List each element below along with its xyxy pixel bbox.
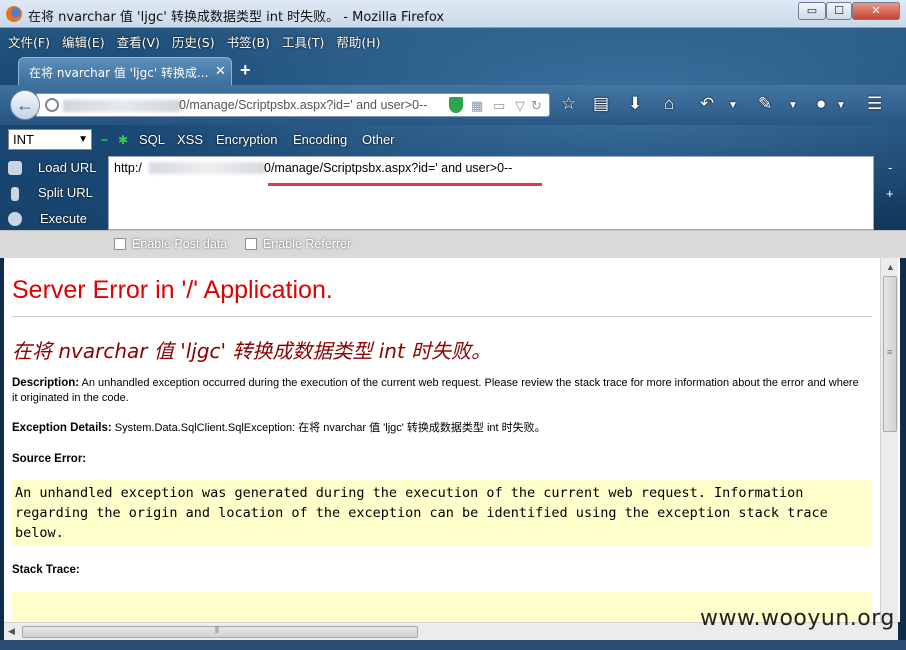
page-title: Server Error in '/' Application. — [12, 276, 333, 304]
redacted-host — [63, 100, 181, 112]
url-text: 0/manage/Scriptpsbx.aspx?id=' and user>0… — [179, 98, 428, 112]
hackbar-url-prefix: http:/ — [114, 161, 142, 175]
close-window-button[interactable]: ✕ — [852, 2, 900, 20]
chevron-down-icon[interactable]: ▽ — [515, 98, 525, 114]
maximize-button[interactable]: ☐ — [826, 2, 852, 20]
exception-text: System.Data.SqlClient.SqlException: 在将 n… — [114, 422, 546, 434]
hackbar-menu-sql[interactable]: SQL — [139, 132, 165, 147]
hackbar-menu-other[interactable]: Other — [362, 132, 395, 147]
chevron-down-icon: ▼ — [78, 134, 88, 145]
execute-button[interactable]: Execute — [40, 211, 87, 226]
menu-tools[interactable]: 工具(T) — [282, 32, 324, 52]
addon-icon[interactable]: ✎ — [758, 94, 772, 114]
menu-edit[interactable]: 编辑(E) — [62, 32, 105, 52]
hamburger-menu-icon[interactable]: ☰ — [867, 94, 882, 114]
menu-bookmarks[interactable]: 书签(B) — [227, 32, 270, 52]
stack-trace-label: Stack Trace: — [12, 564, 80, 576]
menu-help[interactable]: 帮助(H) — [336, 32, 380, 52]
bookmark-star-icon[interactable]: ☆ — [561, 94, 576, 114]
split-url-button[interactable]: Split URL — [38, 185, 93, 200]
split-url-icon — [11, 187, 19, 201]
vertical-scrollbar[interactable]: ▲ ≡ — [880, 258, 898, 624]
enable-post-checkbox[interactable] — [114, 238, 126, 250]
hackbar-type-value: INT — [13, 132, 34, 147]
title-bar: 在将 nvarchar 值 'ljgc' 转换成数据类型 int 时失败。 - … — [0, 0, 906, 28]
addon-dropdown-icon[interactable]: ▼ — [788, 100, 798, 111]
reload-icon[interactable]: ↻ — [531, 98, 542, 114]
description-text: An unhandled exception occurred during t… — [12, 377, 859, 404]
vertical-scroll-thumb[interactable]: ≡ — [883, 276, 897, 432]
description-label: Description: — [12, 377, 80, 389]
load-url-icon — [8, 161, 22, 175]
menu-history[interactable]: 历史(S) — [172, 32, 215, 52]
home-icon[interactable]: ⌂ — [664, 94, 674, 114]
hackbar-menu-encryption[interactable]: Encryption — [216, 132, 277, 147]
load-url-button[interactable]: Load URL — [38, 160, 97, 175]
profile-dropdown-icon[interactable]: ▼ — [836, 100, 846, 111]
scroll-up-icon[interactable]: ▲ — [886, 262, 895, 272]
stack-trace-heading: Stack Trace: — [12, 563, 862, 578]
undo-dropdown-icon[interactable]: ▼ — [728, 100, 738, 111]
menu-bar: 文件(F) 编辑(E) 查看(V) 历史(S) 书签(B) 工具(T) 帮助(H… — [8, 32, 393, 52]
browser-tab[interactable]: 在将 nvarchar 值 'ljgc' 转换成... ✕ — [18, 57, 232, 85]
watermark: www.wooyun.org — [700, 606, 895, 631]
menu-view[interactable]: 查看(V) — [117, 32, 160, 52]
qr-code-icon[interactable]: ▦ — [471, 98, 483, 114]
tab-close-icon[interactable]: ✕ — [215, 63, 226, 79]
description-paragraph: Description: An unhandled exception occu… — [12, 376, 862, 406]
reader-view-icon[interactable]: ▭ — [493, 98, 505, 114]
page-content: Server Error in '/' Application. 在将 nvar… — [4, 258, 900, 622]
enable-post-label: Enable Post data — [132, 237, 228, 251]
download-icon[interactable]: ⬇ — [628, 94, 642, 114]
scroll-left-icon[interactable]: ◀ — [8, 626, 15, 637]
undo-icon[interactable]: ↶ — [700, 94, 714, 114]
url-bar[interactable]: 0/manage/Scriptpsbx.aspx?id=' and user>0… — [36, 93, 550, 117]
site-identity-icon[interactable] — [45, 98, 59, 112]
grip-icon: ≡ — [887, 347, 893, 357]
redacted-host — [149, 162, 265, 174]
back-button[interactable]: ← — [10, 90, 40, 120]
error-heading: 在将 nvarchar 值 'ljgc' 转换成数据类型 int 时失败。 — [12, 339, 492, 363]
expand-icon[interactable]: + — [886, 186, 894, 201]
exception-paragraph: Exception Details: System.Data.SqlClient… — [12, 421, 862, 436]
grip-icon: ⦀ — [215, 625, 219, 635]
horizontal-scroll-thumb[interactable]: ⦀ — [22, 625, 418, 638]
decrease-icon[interactable]: − — [101, 133, 108, 147]
enable-referrer-checkbox[interactable] — [245, 238, 257, 250]
source-error-box: An unhandled exception was generated dur… — [12, 480, 872, 546]
minimize-button[interactable]: ▭ — [798, 2, 826, 20]
source-error-label: Source Error: — [12, 453, 87, 465]
increase-icon[interactable]: ✱ — [118, 133, 128, 147]
hackbar-type-select[interactable]: INT ▼ — [8, 129, 92, 150]
hackbar-options: Enable Post data Enable Referrer — [0, 230, 906, 258]
hackbar-menu-xss[interactable]: XSS — [177, 132, 203, 147]
shield-icon[interactable] — [449, 97, 463, 113]
window-title: 在将 nvarchar 值 'ljgc' 转换成数据类型 int 时失败。 - … — [28, 10, 445, 25]
source-error-heading: Source Error: — [12, 452, 862, 467]
collapse-icon[interactable]: - — [888, 160, 892, 175]
window-bottom-edge — [0, 640, 906, 650]
new-tab-button[interactable]: + — [240, 60, 251, 81]
firefox-icon — [6, 6, 22, 22]
hackbar-menu-encoding[interactable]: Encoding — [293, 132, 347, 147]
hackbar-url-text: 0/manage/Scriptpsbx.aspx?id=' and user>0… — [264, 161, 513, 175]
tab-label: 在将 nvarchar 值 'ljgc' 转换成... — [29, 66, 209, 80]
bookmarks-menu-icon[interactable]: ▤ — [593, 94, 609, 114]
profile-icon[interactable]: ● — [816, 94, 826, 114]
enable-referrer-label: Enable Referrer — [263, 237, 352, 251]
divider — [12, 316, 872, 317]
menu-file[interactable]: 文件(F) — [8, 32, 50, 52]
exception-label: Exception Details: — [12, 422, 112, 434]
execute-icon — [8, 212, 22, 226]
hackbar-url-textarea[interactable]: http:/ 0/manage/Scriptpsbx.aspx?id=' and… — [108, 156, 874, 230]
highlight-underline — [268, 183, 542, 186]
